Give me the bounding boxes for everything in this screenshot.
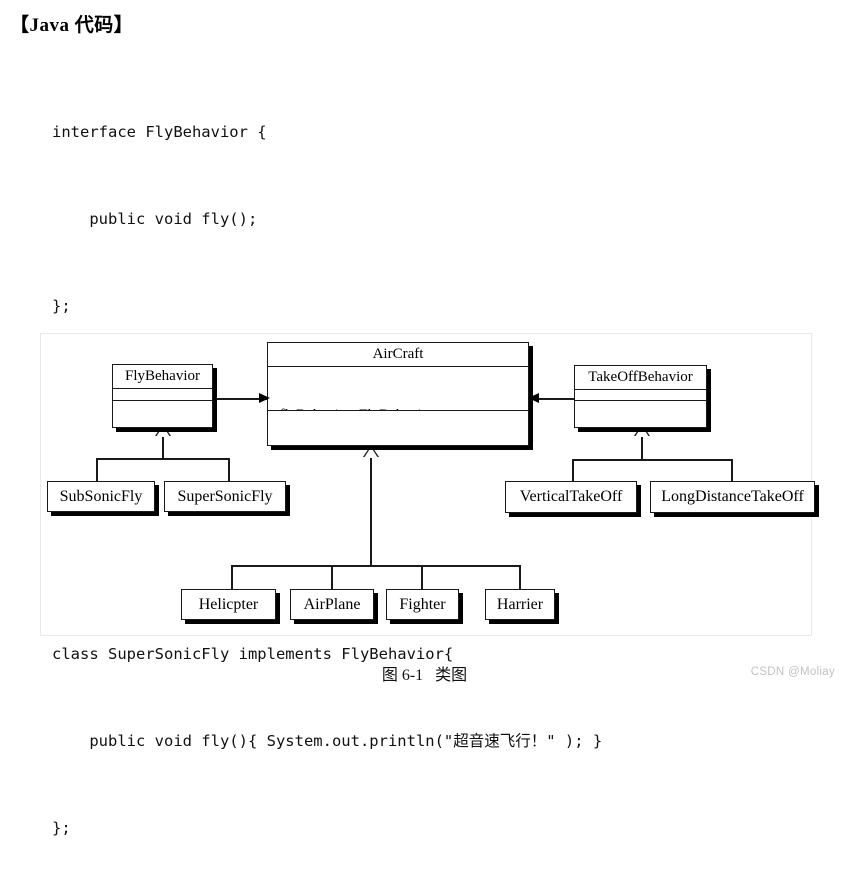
uml-class-name-harrier: Harrier (496, 595, 544, 613)
association-arrowhead-aircraft-left (259, 393, 270, 403)
generalization-branch-helicpter (231, 565, 233, 590)
uml-class-supersonicfly[interactable]: SuperSonicFly (164, 481, 286, 512)
generalization-branch-harrier (519, 565, 521, 590)
uml-class-name-flybehavior: FlyBehavior (125, 368, 200, 384)
uml-class-name-verticaltakeoff: VerticalTakeOff (519, 488, 623, 505)
code-line: }; (52, 297, 71, 315)
uml-class-name-aircraft: AirCraft (372, 346, 424, 362)
code-line: public void fly(){ System.out.println("超… (52, 732, 603, 750)
generalization-stem-flybehavior (162, 435, 164, 459)
uml-class-airplane[interactable]: AirPlane (290, 589, 374, 620)
uml-class-helicpter[interactable]: Helicpter (181, 589, 276, 620)
generalization-branch-airplane (331, 565, 333, 590)
generalization-branch-supersonicfly (228, 458, 230, 482)
uml-class-attributes-takeoffbehavior (575, 389, 706, 400)
uml-class-name-fighter: Fighter (399, 595, 446, 613)
uml-class-name-helicpter: Helicpter (198, 595, 259, 613)
uml-class-name-airplane: AirPlane (303, 595, 361, 613)
code-line: }; (52, 819, 71, 837)
uml-class-name-supersonicfly: SuperSonicFly (177, 487, 273, 505)
uml-class-takeoffbehavior[interactable]: TakeOffBehavior +takeOff (574, 365, 707, 428)
uml-class-attributes-aircraft: –flyBehavior: FlyBehavior –takeOffBehavi… (268, 366, 528, 410)
generalization-stem-aircraft (370, 456, 372, 566)
uml-class-verticaltakeoff[interactable]: VerticalTakeOff (505, 481, 637, 513)
code-line: interface FlyBehavior { (52, 123, 267, 141)
uml-class-fighter[interactable]: Fighter (386, 589, 459, 620)
generalization-bus-flybehavior (96, 458, 229, 460)
uml-class-name-takeoffbehavior: TakeOffBehavior (588, 369, 693, 385)
uml-class-subsonicfly[interactable]: SubSonicFly (47, 481, 155, 512)
generalization-stem-takeoffbehavior (641, 435, 643, 460)
generalization-bus-aircraft (231, 565, 521, 567)
uml-class-diagram: AirCraft –flyBehavior: FlyBehavior –take… (40, 333, 815, 636)
code-line: public void fly(); (52, 210, 258, 228)
association-arrowhead-aircraft-right (528, 393, 539, 403)
page-title: 【Java 代码】 (10, 15, 134, 36)
uml-class-longdistancetakeoff[interactable]: LongDistanceTakeOff (650, 481, 815, 513)
generalization-branch-subsonicfly (96, 458, 98, 482)
generalization-branch-verticaltakeoff (572, 459, 574, 482)
uml-class-operations-takeoffbehavior: +takeOff (575, 400, 706, 427)
uml-class-operations-aircraft: +fly() +takeOff() (268, 410, 528, 448)
generalization-branch-longdistancetakeoff (731, 459, 733, 482)
generalization-triangle-fill-aircraft (364, 447, 378, 458)
generalization-bus-takeoffbehavior (572, 459, 732, 461)
uml-class-harrier[interactable]: Harrier (485, 589, 555, 620)
uml-class-attributes-flybehavior (113, 388, 212, 400)
uml-class-name-longdistancetakeoff: LongDistanceTakeOff (661, 488, 804, 505)
figure-caption: 图 6-1 类图 (381, 667, 468, 684)
uml-class-name-subsonicfly: SubSonicFly (59, 487, 143, 505)
generalization-branch-fighter (421, 565, 423, 590)
uml-class-operations-flybehavior: +fly() (113, 400, 212, 427)
uml-class-flybehavior[interactable]: FlyBehavior +fly() (112, 364, 213, 428)
uml-class-aircraft[interactable]: AirCraft –flyBehavior: FlyBehavior –take… (267, 342, 529, 446)
csdn-watermark: CSDN @Moliay (750, 666, 835, 678)
